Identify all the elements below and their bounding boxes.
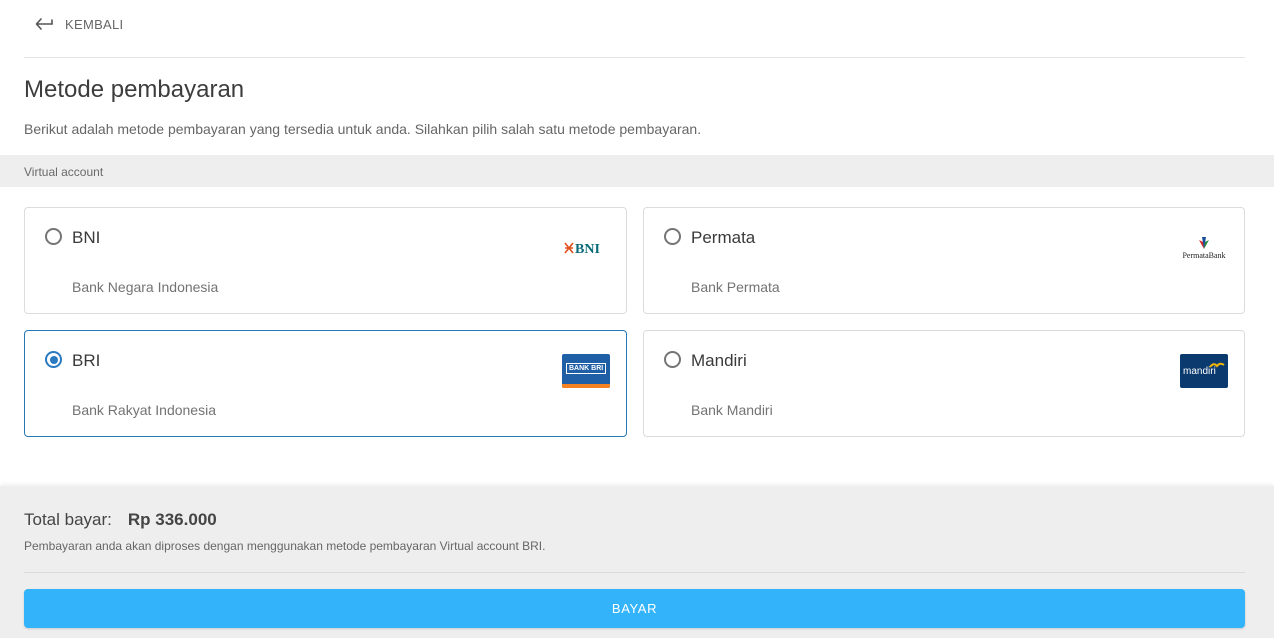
bank-name: BNI xyxy=(72,228,101,247)
bri-logo: BANK BRI xyxy=(562,353,610,389)
mandiri-logo: mandiri xyxy=(1180,353,1228,389)
back-button[interactable]: KEMBALI xyxy=(34,14,123,34)
total-row: Total bayar: Rp 336.000 xyxy=(24,510,217,530)
bank-name: Permata xyxy=(691,228,756,247)
bank-full-name: Bank Negara Indonesia xyxy=(72,279,219,295)
payment-option-bri[interactable]: BRI Bank Rakyat Indonesia BANK BRI xyxy=(24,330,627,437)
svg-text:BNI: BNI xyxy=(575,242,600,256)
page-description: Berikut adalah metode pembayaran yang te… xyxy=(24,121,702,137)
total-label: Total bayar: xyxy=(24,510,112,529)
payment-note: Pembayaran anda akan diproses dengan men… xyxy=(24,539,546,553)
divider xyxy=(24,572,1245,573)
radio-permata[interactable] xyxy=(664,228,681,245)
bank-full-name: Bank Permata xyxy=(691,279,780,295)
page-title: Metode pembayaran xyxy=(24,76,245,103)
payment-option-mandiri[interactable]: Mandiri Bank Mandiri mandiri xyxy=(643,330,1245,437)
top-bar: KEMBALI xyxy=(24,0,1245,58)
payment-footer: Total bayar: Rp 336.000 Pembayaran anda … xyxy=(0,486,1274,638)
bank-name: BRI xyxy=(72,351,101,370)
bri-logo-text: BANK BRI xyxy=(566,363,607,374)
total-value: Rp 336.000 xyxy=(127,510,217,529)
bank-full-name: Bank Rakyat Indonesia xyxy=(72,402,216,418)
permata-logo: PermataBank xyxy=(1180,230,1228,266)
section-header: Virtual account xyxy=(0,155,1274,187)
back-label: KEMBALI xyxy=(65,16,124,32)
payment-option-permata[interactable]: Permata Bank Permata PermataBank xyxy=(643,207,1245,314)
radio-bni[interactable] xyxy=(45,228,62,245)
permata-logo-text: PermataBank xyxy=(1182,251,1226,260)
radio-bri[interactable] xyxy=(45,351,62,368)
arrow-left-icon xyxy=(35,18,53,30)
bni-logo: BNI xyxy=(562,230,610,266)
pay-button[interactable]: BAYAR xyxy=(24,589,1245,628)
payment-option-bni[interactable]: BNI Bank Negara Indonesia BNI xyxy=(24,207,627,314)
radio-mandiri[interactable] xyxy=(664,351,681,368)
bank-full-name: Bank Mandiri xyxy=(691,402,773,418)
bank-name: Mandiri xyxy=(691,351,747,370)
section-label: Virtual account xyxy=(24,165,104,179)
